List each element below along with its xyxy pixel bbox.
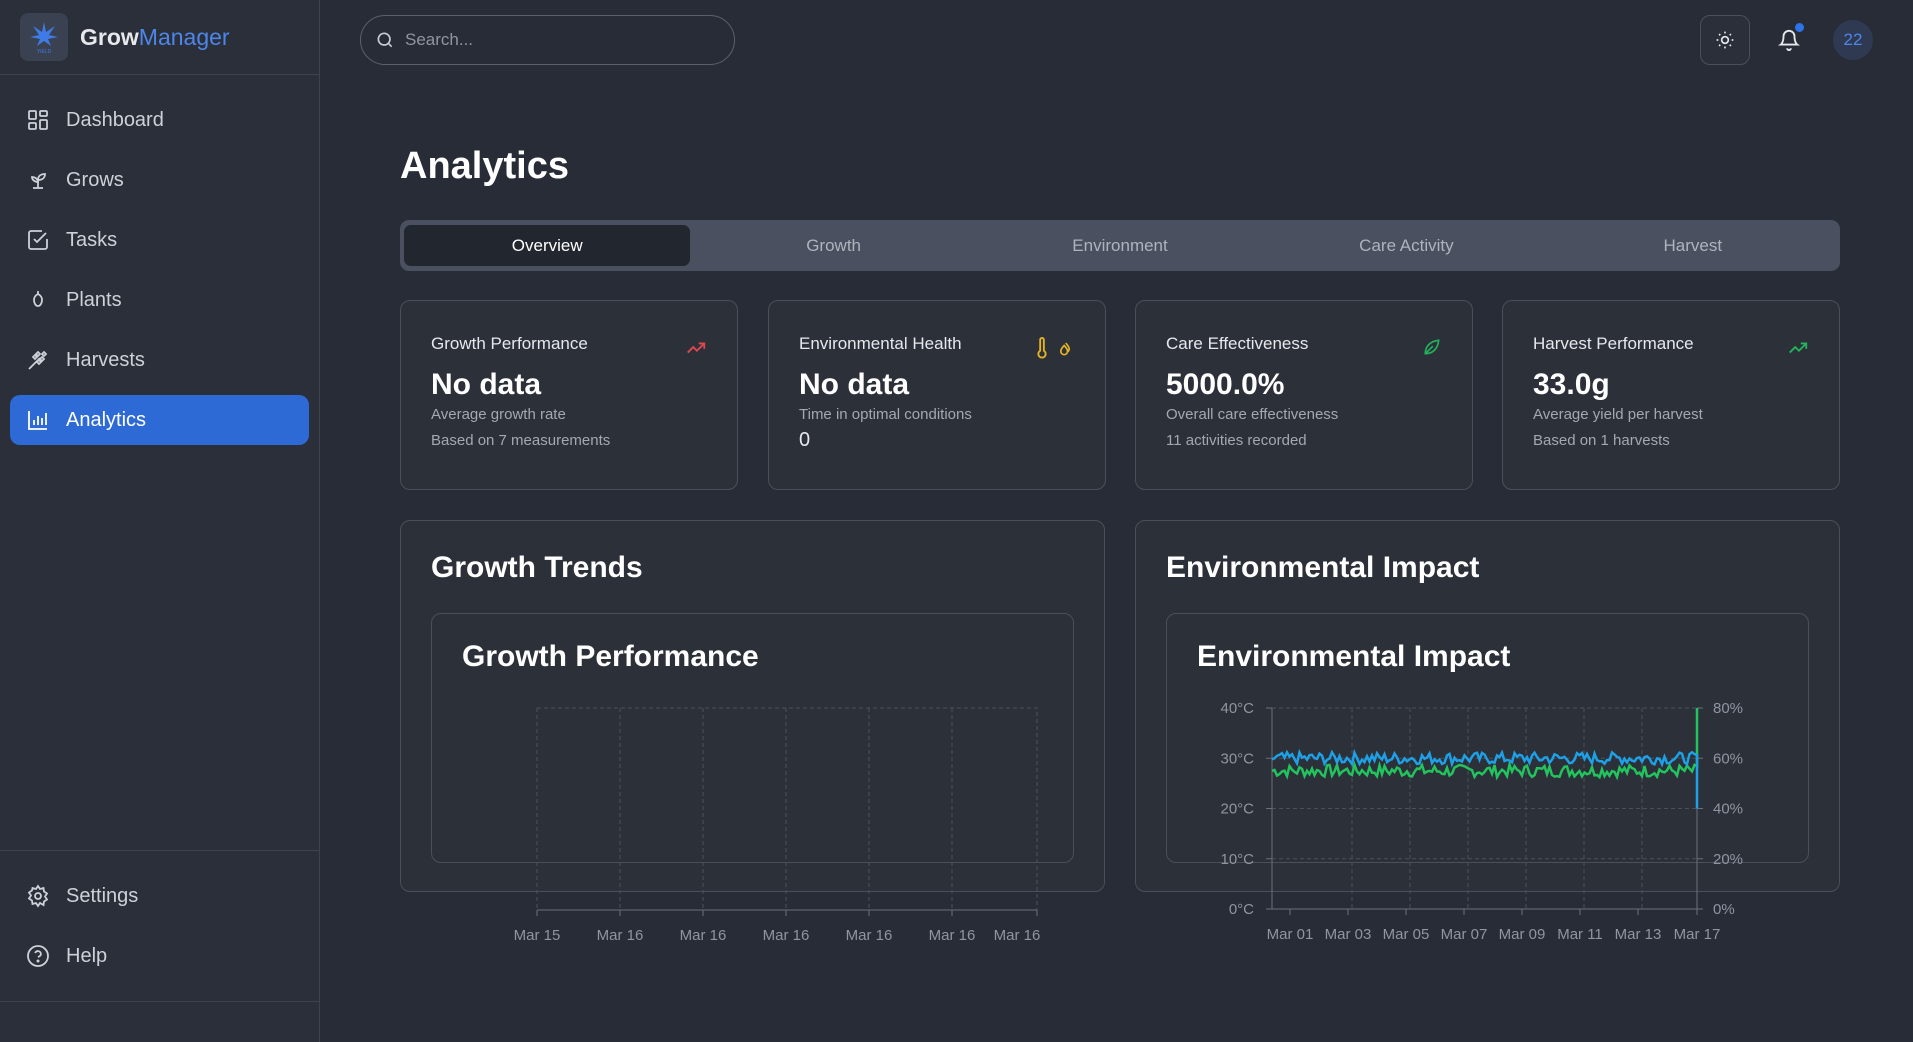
y-right-tick-label: 0% bbox=[1713, 901, 1735, 918]
y-left-tick-label: 10°C bbox=[1220, 851, 1254, 868]
x-tick-label: Mar 01 bbox=[1267, 926, 1314, 943]
environmental-impact-chart: 0°C 10°C 20°C 30°C 40°C 0% 20% 40% 60% 80% Mar 01 M… bbox=[1220, 700, 1743, 943]
y-left-tick-label: 30°C bbox=[1220, 750, 1254, 767]
series-line bbox=[1271, 748, 1699, 809]
y-left-tick-label: 20°C bbox=[1220, 801, 1254, 818]
y-right-tick-label: 20% bbox=[1713, 851, 1743, 868]
y-right-tick-label: 40% bbox=[1713, 801, 1743, 818]
y-left-tick-label: 0°C bbox=[1229, 901, 1254, 918]
y-right-tick-label: 60% bbox=[1713, 750, 1743, 767]
x-tick-label: Mar 11 bbox=[1557, 926, 1603, 943]
x-tick-label: Mar 03 bbox=[1325, 926, 1372, 943]
x-tick-label: Mar 13 bbox=[1615, 926, 1662, 943]
x-tick-label: Mar 09 bbox=[1499, 926, 1546, 943]
x-tick-label: Mar 05 bbox=[1383, 926, 1430, 943]
y-left-tick-label: 40°C bbox=[1220, 700, 1254, 717]
series-line bbox=[1271, 708, 1699, 781]
x-tick-label: Mar 17 bbox=[1674, 926, 1721, 943]
x-tick-label: Mar 07 bbox=[1441, 926, 1488, 943]
y-right-tick-label: 80% bbox=[1713, 700, 1743, 717]
